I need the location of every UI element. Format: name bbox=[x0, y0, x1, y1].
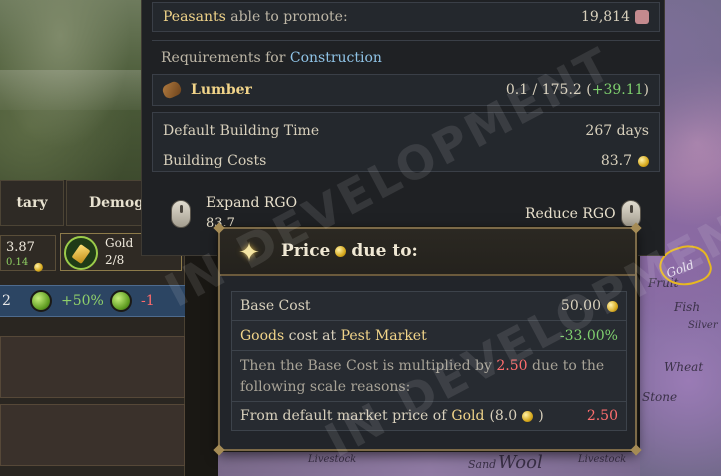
reduce-rgo-button[interactable]: Reduce RGO bbox=[525, 206, 616, 222]
goods-link[interactable]: Goods bbox=[240, 328, 284, 344]
lumber-value: 0.1 / 175.2 ( bbox=[505, 82, 592, 98]
scale-reasons-text: Then the Base Cost is multiplied by 2.50… bbox=[240, 358, 618, 374]
map-label-wheat: Wheat bbox=[664, 360, 704, 374]
map-label-stone: Stone bbox=[642, 390, 678, 404]
map-label-silver: Silver bbox=[688, 320, 718, 331]
map-label-livestock-2: Livestock bbox=[578, 454, 627, 465]
row-negative: -1 bbox=[141, 293, 155, 309]
default-price-close: ) bbox=[538, 408, 544, 424]
base-cost-label: Base Cost bbox=[240, 298, 311, 314]
separator bbox=[232, 320, 626, 321]
default-price-row: From default market price of Gold (8.0) … bbox=[240, 408, 618, 424]
separator bbox=[232, 350, 626, 351]
stat-value: 3.87 bbox=[6, 240, 35, 255]
empty-slot-2[interactable] bbox=[0, 404, 185, 466]
lumber-icon bbox=[160, 79, 184, 101]
map-bottom-strip[interactable]: Livestock Sand Wool Livestock bbox=[218, 450, 640, 476]
construction-link[interactable]: Construction bbox=[290, 50, 382, 66]
map-label-sand: Sand bbox=[468, 458, 497, 471]
map-label-fish: Fish bbox=[674, 300, 701, 314]
gold-good-icon bbox=[64, 236, 98, 270]
coin-icon bbox=[638, 155, 649, 167]
peasants-row: Peasants able to promote: 19,814 bbox=[152, 2, 660, 32]
requirements-heading: Requirements for Construction bbox=[161, 50, 382, 66]
build-cost-label: Building Costs bbox=[163, 153, 267, 169]
scale-multiplier: 2.50 bbox=[496, 358, 528, 374]
default-price-prefix: From default market price of bbox=[240, 408, 447, 424]
build-time-label: Default Building Time bbox=[163, 123, 320, 139]
row-percent: +50% bbox=[61, 293, 104, 309]
stat-small-value: 0.14 bbox=[6, 257, 29, 268]
scale-text-1: Then the Base Cost is multiplied by bbox=[240, 358, 492, 374]
row-value: 2 bbox=[2, 293, 11, 309]
divider bbox=[152, 40, 660, 41]
tab-military[interactable]: tary bbox=[0, 180, 64, 226]
market-link[interactable]: Pest Market bbox=[341, 328, 427, 344]
title-suffix: due to: bbox=[351, 241, 418, 261]
coin-icon bbox=[607, 300, 618, 312]
goods-effect-row[interactable]: 2 +50% -1 bbox=[0, 285, 185, 317]
peasants-value: 19,814 bbox=[581, 9, 630, 25]
default-price-value: 2.50 bbox=[586, 408, 618, 424]
build-time-value: 267 days bbox=[585, 123, 649, 139]
coin-icon bbox=[522, 410, 534, 422]
scale-reasons-text-2: following scale reasons: bbox=[240, 379, 618, 395]
goods-mid: cost at bbox=[288, 328, 337, 344]
coin-icon bbox=[335, 245, 347, 257]
map-label-livestock: Livestock bbox=[308, 454, 357, 465]
scale-text-2: due to the bbox=[532, 358, 605, 374]
separator bbox=[232, 401, 626, 402]
goods-cost-row: Goods cost at Pest Market -33.00% bbox=[240, 328, 618, 344]
tooltip-header: ✦ Price due to: bbox=[220, 229, 635, 276]
building-costs-box: Default Building Time 267 days Building … bbox=[152, 112, 660, 172]
base-cost-row: Base Cost 50.00 bbox=[240, 298, 618, 314]
landscape-image bbox=[0, 0, 150, 180]
price-tooltip: ✦ Price due to: Base Cost 50.00 Goods co… bbox=[213, 222, 642, 456]
apple-icon bbox=[30, 290, 52, 312]
tooltip-title: Price due to: bbox=[281, 241, 418, 261]
empty-slot-1[interactable] bbox=[0, 336, 185, 398]
title-prefix: Price bbox=[281, 241, 331, 261]
building-info-panel: Peasants able to promote: 19,814 Require… bbox=[141, 0, 665, 256]
small-coin-icon bbox=[34, 259, 43, 274]
left-mouse-icon bbox=[171, 200, 191, 228]
default-price-open: (8.0 bbox=[489, 408, 518, 424]
build-cost-value: 83.7 bbox=[600, 153, 632, 169]
lumber-label: Lumber bbox=[191, 82, 252, 98]
base-cost-value: 50.00 bbox=[560, 298, 601, 314]
gold-link[interactable]: Gold bbox=[451, 408, 484, 424]
peasants-suffix: able to promote: bbox=[230, 9, 348, 25]
star-icon: ✦ bbox=[238, 238, 260, 268]
lumber-delta: +39.11 bbox=[591, 82, 644, 98]
good-name: Gold bbox=[105, 236, 134, 250]
pop-icon bbox=[635, 10, 649, 24]
lumber-row: Lumber 0.1 / 175.2 (+39.11) bbox=[152, 74, 660, 106]
lumber-close: ) bbox=[643, 82, 649, 98]
peasants-label: Peasants bbox=[163, 9, 226, 25]
tooltip-body: Base Cost 50.00 Goods cost at Pest Marke… bbox=[231, 291, 627, 431]
map-label-wool: Wool bbox=[498, 452, 543, 473]
expand-rgo-button[interactable]: Expand RGO bbox=[206, 195, 297, 211]
stat-box: 3.87 0.14 bbox=[0, 235, 56, 274]
scale-text-3: following scale reasons: bbox=[240, 379, 411, 395]
apple-icon-2 bbox=[110, 290, 132, 312]
goods-cost-value: -33.00% bbox=[559, 328, 618, 344]
good-count: 2/8 bbox=[105, 253, 125, 267]
